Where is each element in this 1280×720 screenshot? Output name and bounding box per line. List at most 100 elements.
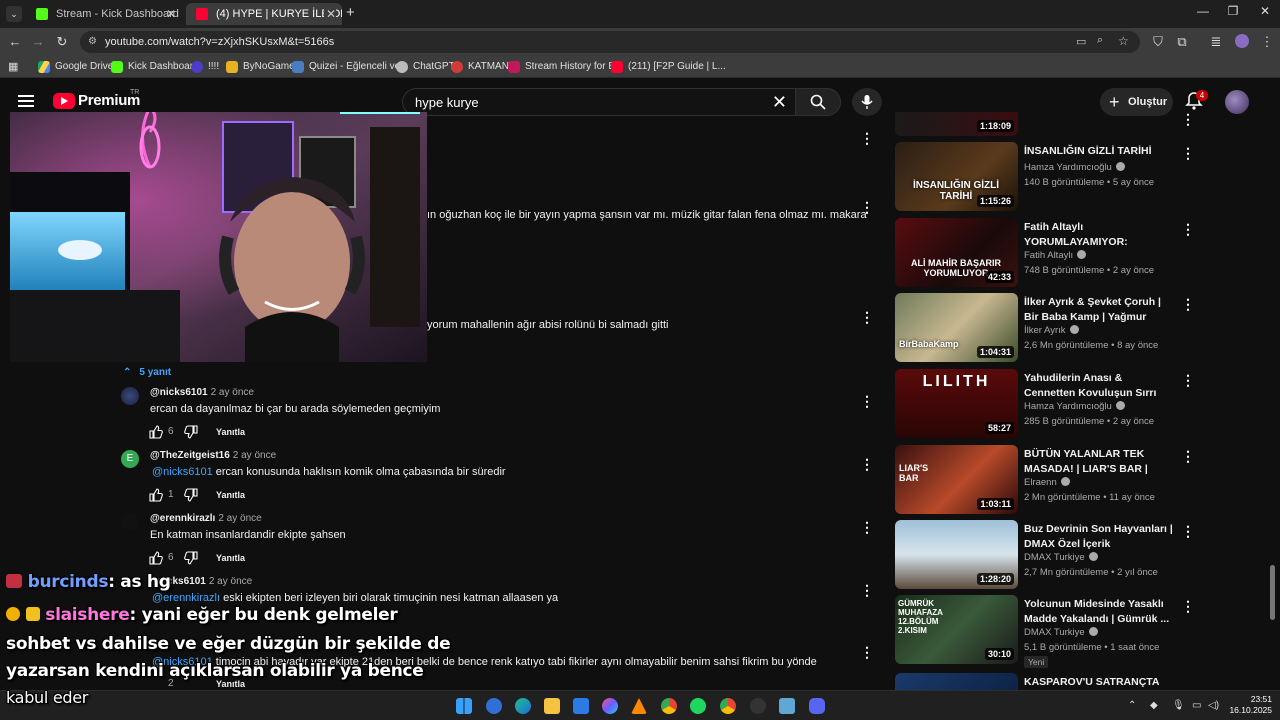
shield-icon[interactable]: ⛉ <box>1149 33 1167 51</box>
tab-search-icon[interactable]: ⌄ <box>6 6 22 22</box>
bookmark-kick-dashboard[interactable]: Kick Dashboard <box>111 59 199 75</box>
channel-name[interactable]: Fatih Altaylı <box>1024 250 1087 261</box>
like-icon[interactable] <box>149 425 163 439</box>
recommended-video[interactable]: LILITH 58:27 Yahudilerin Anası & Cennett… <box>895 369 1195 439</box>
video-menu-icon[interactable]: ⋮ <box>1181 297 1195 311</box>
video-title[interactable]: KASPAROV'U SATRANÇTA <box>1024 675 1176 690</box>
recommended-video[interactable]: GÜMRÜK MUHAFAZA 12.BÖLÜM 2.KISIM 30:10 Y… <box>895 595 1195 668</box>
comment-author[interactable]: @TheZeitgeist16 2 ay önce <box>150 450 276 461</box>
avatar[interactable] <box>121 387 139 405</box>
video-menu-icon[interactable]: ⋮ <box>1181 112 1195 126</box>
close-tab-icon[interactable]: ✕ <box>166 3 176 25</box>
avatar[interactable]: E <box>121 450 139 468</box>
channel-name[interactable]: Elraenn <box>1024 477 1070 488</box>
video-thumbnail[interactable]: 1:18:09 <box>895 112 1018 136</box>
tray-app-icon[interactable]: ◆ <box>1150 700 1158 711</box>
vlc-icon[interactable] <box>631 698 647 714</box>
new-tab-button[interactable]: + <box>346 4 355 21</box>
like-icon[interactable] <box>149 551 163 565</box>
video-thumbnail[interactable] <box>895 673 1018 690</box>
store-icon[interactable] <box>573 698 589 714</box>
comment-menu-icon[interactable]: ⋮ <box>860 583 874 597</box>
bookmark-exclaim[interactable]: !!!! <box>191 59 219 75</box>
channel-name[interactable]: Hamza Yardımcıoğlu <box>1024 162 1125 173</box>
comment-menu-icon[interactable]: ⋮ <box>860 131 874 145</box>
comment-menu-icon[interactable]: ⋮ <box>860 645 874 659</box>
comment-menu-icon[interactable]: ⋮ <box>860 457 874 471</box>
spotify-icon[interactable] <box>690 698 706 714</box>
comment-menu-icon[interactable]: ⋮ <box>860 520 874 534</box>
comment-author[interactable]: @nicks6101 2 ay önce <box>150 387 254 398</box>
zoom-icon[interactable]: ⌕ <box>1097 34 1103 47</box>
recommended-video[interactable]: KASPAROV'U SATRANÇTA <box>895 673 1195 690</box>
window-close-icon[interactable]: ✕ <box>1250 4 1280 18</box>
chrome-active-icon[interactable] <box>720 698 736 714</box>
video-title[interactable]: Yahudilerin Anası & Cennetten Kovuluşun … <box>1024 371 1176 401</box>
profile-icon[interactable] <box>1235 34 1249 48</box>
forward-icon[interactable]: → <box>29 33 47 51</box>
like-icon[interactable] <box>149 488 163 502</box>
copilot-icon[interactable] <box>486 698 502 714</box>
bookmark-katman[interactable]: KATMAN <box>451 59 509 75</box>
recommended-video[interactable]: 1:28:20 Buz Devrinin Son Hayvanları | DM… <box>895 520 1195 590</box>
clear-search-icon[interactable]: ✕ <box>772 92 787 113</box>
tab-kick-dashboard[interactable]: Stream - Kick Dashboard ✕ <box>26 3 182 25</box>
channel-name[interactable]: DMAX Turkiye <box>1024 552 1098 563</box>
bookmark-bynogame[interactable]: ByNoGame <box>226 59 295 75</box>
channel-name[interactable]: İlker Ayrık <box>1024 325 1079 336</box>
site-info-icon[interactable]: ⚙ <box>88 36 100 48</box>
video-title[interactable]: İlker Ayrık & Şevket Çoruh | Bir Baba Ka… <box>1024 295 1176 325</box>
display-icon[interactable]: ▭ <box>1192 700 1201 711</box>
video-thumbnail[interactable]: LIAR'S BAR 1:03:11 <box>895 445 1018 514</box>
recommended-video[interactable]: LIAR'S BAR 1:03:11 BÜTÜN YALANLAR TEK MA… <box>895 445 1195 515</box>
discord-icon[interactable] <box>809 698 825 714</box>
dislike-icon[interactable] <box>184 488 198 502</box>
video-thumbnail[interactable]: ALİ MAHİR BAŞARIR YORUMLUYOR 42:33 <box>895 218 1018 287</box>
microphone-icon[interactable]: 🎙 <box>1172 700 1185 711</box>
apps-grid-icon[interactable]: ▦ <box>8 60 18 73</box>
reload-icon[interactable]: ↻ <box>53 33 71 51</box>
video-menu-icon[interactable]: ⋮ <box>1181 373 1195 387</box>
account-avatar[interactable] <box>1225 90 1249 114</box>
video-menu-icon[interactable]: ⋮ <box>1181 449 1195 463</box>
voice-search-button[interactable] <box>852 88 882 116</box>
video-title[interactable]: Yolcunun Midesinde Yasaklı Madde Yakalan… <box>1024 597 1176 627</box>
channel-name[interactable]: Hamza Yardımcıoğlu <box>1024 401 1125 412</box>
comment-menu-icon[interactable]: ⋮ <box>860 394 874 408</box>
cast-icon[interactable]: ▭ <box>1076 35 1086 48</box>
video-thumbnail[interactable]: GÜMRÜK MUHAFAZA 12.BÖLÜM 2.KISIM 30:10 <box>895 595 1018 664</box>
extensions-icon[interactable]: ⧉ <box>1173 33 1191 51</box>
video-title[interactable]: Fatih Altaylı YORUMLAYAMIYOR: "Diploma".… <box>1024 220 1176 250</box>
search-button[interactable] <box>795 88 841 116</box>
bookmark-star-icon[interactable]: ☆ <box>1118 34 1129 48</box>
windows-start-icon[interactable] <box>456 698 472 714</box>
reading-list-icon[interactable]: ≣ <box>1207 33 1225 51</box>
mention-link[interactable]: @erennkirazlı <box>152 592 220 604</box>
comment-author[interactable]: @erennkirazlı 2 ay önce <box>150 513 262 524</box>
video-menu-icon[interactable]: ⋮ <box>1181 222 1195 236</box>
video-thumbnail[interactable]: İNSANLIĞIN GİZLİ TARİHİ 1:15:26 <box>895 142 1018 211</box>
app-icon[interactable] <box>779 698 795 714</box>
recommended-video[interactable]: 1:18:09 ⋮ <box>895 112 1195 136</box>
chevron-up-icon[interactable]: ⌃ <box>1128 700 1136 711</box>
close-tab-icon[interactable]: ✕ <box>323 3 336 25</box>
maximize-icon[interactable]: ❐ <box>1218 4 1248 18</box>
page-scrollbar[interactable] <box>1270 565 1275 620</box>
video-menu-icon[interactable]: ⋮ <box>1181 599 1195 613</box>
recommended-video[interactable]: BirBabaKamp 1:04:31 İlker Ayrık & Şevket… <box>895 293 1195 363</box>
video-thumbnail[interactable]: BirBabaKamp 1:04:31 <box>895 293 1018 362</box>
file-explorer-icon[interactable] <box>544 698 560 714</box>
reply-button[interactable]: Yanıtla <box>216 553 245 563</box>
edge-icon[interactable] <box>515 698 531 714</box>
video-menu-icon[interactable]: ⋮ <box>1181 524 1195 538</box>
recommended-video[interactable]: ALİ MAHİR BAŞARIR YORUMLUYOR 42:33 Fatih… <box>895 218 1195 288</box>
video-thumbnail[interactable]: LILITH 58:27 <box>895 369 1018 438</box>
bookmark-quizei[interactable]: Quizei - Eğlenceli ve... <box>292 59 409 75</box>
recommended-video[interactable]: İNSANLIĞIN GİZLİ TARİHİ 1:15:26 İNSANLIĞ… <box>895 142 1195 212</box>
channel-name[interactable]: DMAX Turkiye <box>1024 627 1098 638</box>
hamburger-menu-icon[interactable] <box>18 95 34 107</box>
url-bar[interactable]: ⚙ youtube.com/watch?v=zXjxhSKUsxM&t=5166… <box>80 31 1140 53</box>
video-menu-icon[interactable]: ⋮ <box>1181 146 1195 160</box>
comment-author[interactable]: nicks6101 2 ay önce <box>158 576 252 587</box>
tab-youtube-video[interactable]: (4) HYPE | KURYE İLE OLAYLI TO ✕ <box>186 3 342 25</box>
